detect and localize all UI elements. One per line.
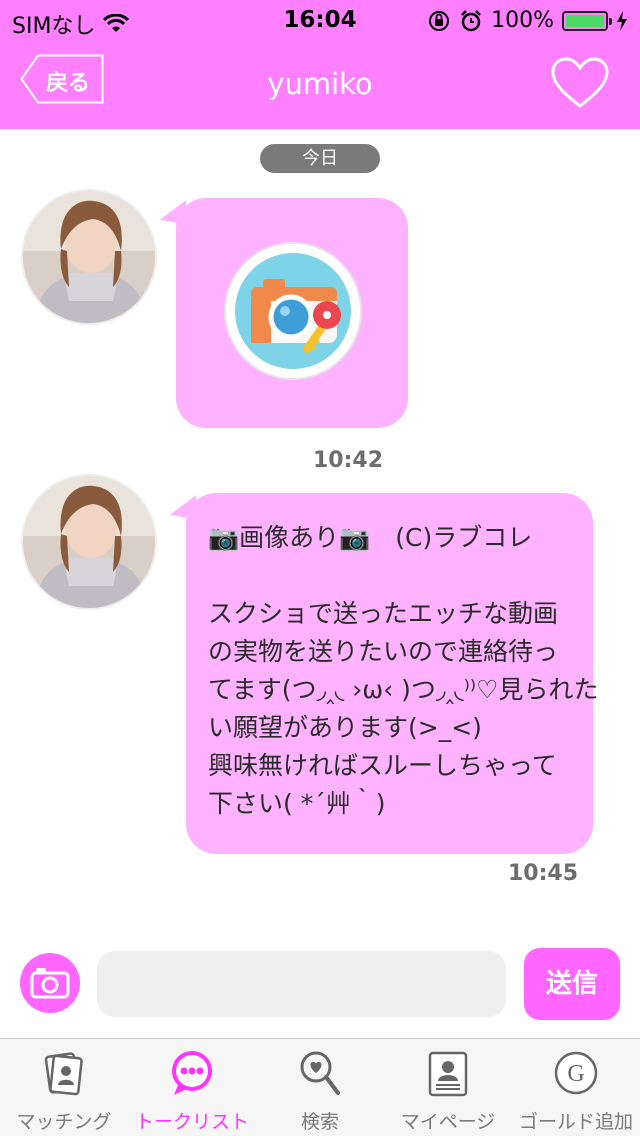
battery-percent: 100%	[491, 8, 554, 33]
message-timestamp: 10:42	[313, 448, 384, 473]
tab-label: マッチング	[16, 1111, 112, 1133]
message-line: 下さい( *´艸｀)	[208, 789, 386, 818]
charging-icon	[617, 10, 627, 31]
text-message-bubble[interactable]: 📷画像あり📷 (C)ラブコレ スクショで送ったエッチな動画 の実物を送りたいので…	[186, 493, 599, 854]
message-line: の実物を送りたいので連絡待っ	[208, 637, 559, 666]
talk-list-icon	[172, 1051, 212, 1095]
tab-talk-list[interactable]: トークリスト	[128, 1039, 256, 1136]
tab-label: 検索	[300, 1111, 339, 1133]
tab-matching[interactable]: マッチング	[0, 1039, 128, 1136]
tab-mypage[interactable]: マイページ	[384, 1039, 512, 1136]
avatar[interactable]	[21, 474, 157, 610]
status-bar: SIMなし 16:04 100%	[0, 0, 640, 40]
tab-gold[interactable]: G ゴールド追加	[512, 1039, 640, 1136]
matching-icon	[44, 1052, 83, 1096]
gold-icon: G	[554, 1051, 598, 1095]
camera-icon	[30, 968, 70, 999]
message-input[interactable]	[97, 951, 506, 1017]
tab-bar: マッチング トークリスト 検索 マイページ G ゴールド追加	[0, 1038, 640, 1136]
tab-search[interactable]: 検索	[256, 1039, 384, 1136]
message-line: てます(つ◞‸◟ ›ω‹ )つ◞‸◟⁾⁾♡見られた	[208, 675, 599, 704]
avatar-photo	[23, 476, 155, 608]
date-separator: 今日	[260, 144, 380, 173]
tab-label: ゴールド追加	[518, 1111, 633, 1133]
heart-icon[interactable]	[550, 56, 610, 110]
avatar[interactable]	[21, 189, 157, 325]
battery-icon	[562, 10, 612, 31]
image-message-bubble[interactable]	[176, 198, 408, 428]
nav-title: yumiko	[267, 67, 373, 101]
status-right: 100%	[427, 8, 628, 33]
message-line: 📷画像あり📷 (C)ラブコレ	[208, 523, 533, 552]
alarm-icon	[461, 9, 481, 31]
nav-bar: 戻る yumiko	[0, 40, 640, 129]
message-line: い願望があります(>_<)	[208, 713, 482, 742]
message-line: 興味無ければスルーしちゃって	[208, 751, 557, 780]
svg-text:G: G	[567, 1061, 584, 1087]
rotation-lock-icon	[429, 10, 450, 31]
avatar-photo	[23, 191, 155, 323]
search-icon	[300, 1051, 340, 1095]
message-line: スクショで送ったエッチな動画	[208, 599, 559, 628]
tab-label: トークリスト	[134, 1111, 249, 1133]
camera-key-icon[interactable]	[223, 241, 363, 381]
tab-label: マイページ	[400, 1111, 496, 1133]
message-line	[208, 557, 571, 595]
mypage-icon	[428, 1051, 468, 1097]
message-timestamp: 10:45	[508, 861, 579, 886]
send-button[interactable]: 送信	[524, 948, 620, 1020]
camera-button[interactable]	[20, 953, 80, 1013]
